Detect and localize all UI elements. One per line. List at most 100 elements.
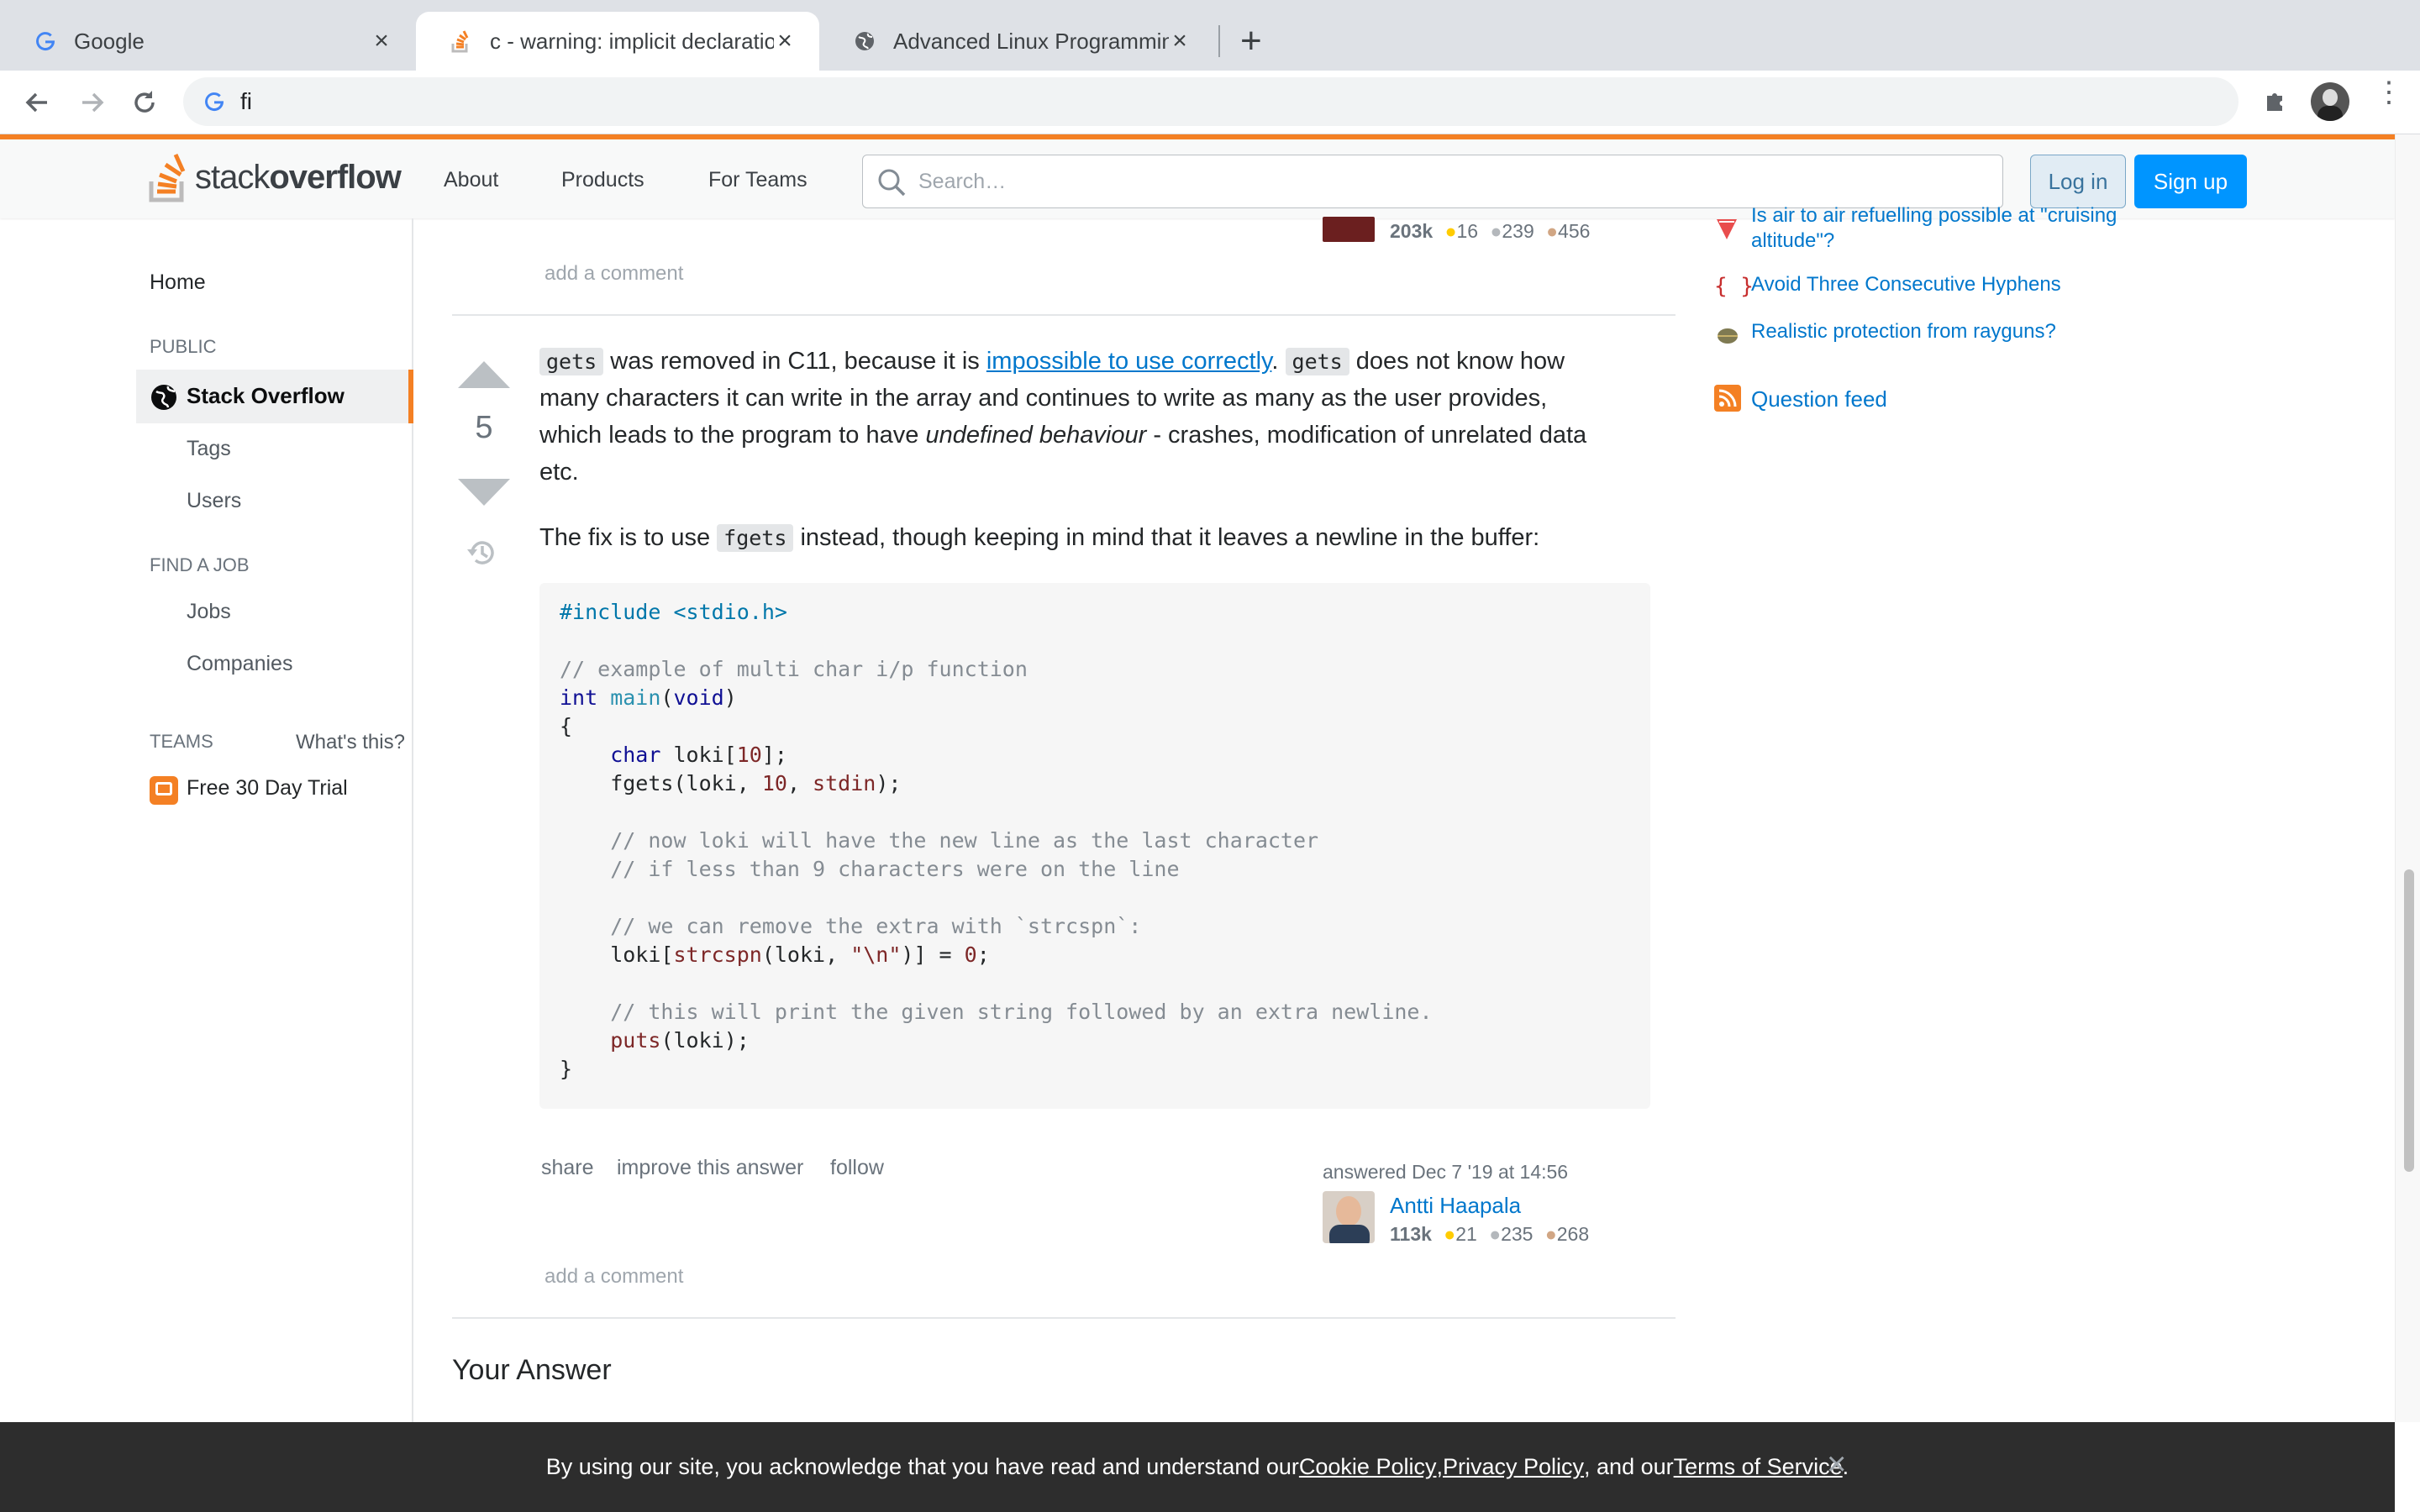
so-logo[interactable]: stack overflow [148, 151, 402, 203]
privacy-policy-link[interactable]: Privacy Policy [1443, 1454, 1584, 1480]
answer-paragraph-1-line-3: which leads to the program to have undef… [539, 417, 1586, 454]
new-tab-icon[interactable]: + [1240, 20, 1262, 62]
follow-link[interactable]: follow [830, 1156, 884, 1180]
nav-heading-teams: TEAMS [150, 731, 213, 752]
nav-about[interactable]: About [444, 168, 498, 192]
add-comment-link[interactable]: add a comment [544, 1265, 683, 1289]
code-token: (loki); [660, 1028, 750, 1053]
history-icon[interactable] [466, 536, 499, 574]
gold-badges: 16 [1456, 220, 1479, 242]
whats-this-link[interactable]: What's this? [296, 731, 405, 754]
signup-button[interactable]: Sign up [2134, 155, 2247, 208]
nav-stackoverflow[interactable]: Stack Overflow [136, 370, 413, 423]
code-line: // if less than 9 characters were on the… [560, 857, 1180, 881]
cookie-banner: By using our site, you acknowledge that … [0, 1422, 2395, 1512]
text: - crashes, modification of unrelated dat… [1146, 422, 1587, 449]
hot-question-3[interactable]: Realistic protection from rayguns? [1751, 319, 2056, 344]
nav-free-trial[interactable]: Free 30 Day Trial [187, 776, 348, 801]
inline-code: fgets [717, 524, 794, 552]
nav-jobs[interactable]: Jobs [187, 600, 231, 624]
teams-icon [150, 776, 178, 805]
nav-companies[interactable]: Companies [187, 652, 292, 676]
prev-author-stats: 203k ●16 ●239 ●456 [1390, 220, 1591, 242]
code-token: puts [610, 1028, 661, 1053]
add-comment-link[interactable]: add a comment [544, 262, 683, 286]
code-token: )] = [901, 942, 965, 967]
code-token: loki[ [660, 743, 737, 767]
nav-stackoverflow-label: Stack Overflow [187, 383, 345, 408]
tab-title: Google [74, 28, 145, 54]
close-icon[interactable]: × [1827, 1446, 1846, 1483]
address-bar[interactable]: fi [183, 77, 2238, 126]
author-name-link[interactable]: Antti Haapala [1390, 1193, 1521, 1219]
impossible-link[interactable]: impossible to use correctly [986, 348, 1272, 375]
extensions-icon[interactable] [2260, 87, 2289, 120]
nav-home[interactable]: Home [150, 270, 206, 295]
answer-paragraph-2: The fix is to use fgets instead, though … [539, 519, 1539, 557]
globe-icon [853, 29, 876, 53]
answer-paragraph-1-line-4: etc. [539, 459, 579, 486]
code-golf-icon: { } [1714, 274, 1754, 299]
left-sidebar: Home PUBLIC Stack Overflow Tags Users FI… [0, 218, 413, 1422]
search-input[interactable]: Search… [862, 155, 2003, 208]
question-feed-link[interactable]: Question feed [1751, 386, 1887, 412]
hot-question-1[interactable]: Is air to air refuelling possible at "cr… [1751, 203, 2188, 254]
reload-icon[interactable] [129, 87, 160, 122]
vote-count: 5 [475, 410, 493, 445]
tab-stackoverflow[interactable]: c - warning: implicit declaration of fun… [416, 12, 819, 71]
logo-text-b: overflow [269, 158, 401, 196]
menu-icon[interactable]: ⋮ [2375, 78, 2403, 107]
forward-icon[interactable] [77, 87, 108, 122]
answer-paragraph-1-line-2: many characters it can write in the arra… [539, 385, 1548, 412]
text: does not know how [1349, 348, 1565, 375]
scrollbar-thumb[interactable] [2404, 869, 2414, 1172]
nav-tags[interactable]: Tags [187, 437, 231, 461]
code-line: // this will print the given string foll… [560, 1000, 1433, 1024]
code-token: fgets(loki, [560, 771, 762, 795]
text: The fix is to use [539, 524, 718, 551]
share-link[interactable]: share [541, 1156, 594, 1180]
answered-time: answered Dec 7 '19 at 14:56 [1323, 1161, 1569, 1183]
cookie-text: , [1436, 1454, 1443, 1479]
close-icon[interactable]: × [1169, 29, 1191, 54]
code-line: { [560, 714, 573, 738]
gold-badges: 21 [1455, 1223, 1477, 1245]
login-button[interactable]: Log in [2030, 155, 2126, 208]
stackoverflow-logo-icon [149, 153, 186, 202]
code-token: void [673, 685, 724, 710]
user-avatar[interactable] [1323, 217, 1375, 242]
answer-paragraph-1-line-1: gets was removed in C11, because it is i… [539, 343, 1565, 381]
close-icon[interactable]: × [371, 29, 392, 54]
code-line: #include <stdio.h> [560, 600, 787, 624]
improve-link[interactable]: improve this answer [617, 1156, 803, 1180]
hot-question-2[interactable]: Avoid Three Consecutive Hyphens [1751, 272, 2061, 297]
text: which leads to the program to have [539, 422, 926, 449]
downvote-button[interactable] [456, 477, 512, 512]
upvote-button[interactable] [456, 360, 512, 394]
reputation: 203k [1390, 220, 1434, 242]
your-answer-heading: Your Answer [452, 1354, 612, 1386]
reputation: 113k [1390, 1223, 1432, 1245]
tab-advanced-linux[interactable]: Advanced Linux Programming × [819, 12, 1214, 71]
tab-divider [1218, 25, 1220, 57]
page-scrollbar[interactable] [2395, 134, 2420, 1422]
nav-for-teams[interactable]: For Teams [708, 168, 808, 192]
close-icon[interactable]: × [774, 29, 796, 54]
search-placeholder: Search… [918, 169, 1007, 193]
cookie-text: By using our site, you acknowledge that … [545, 1454, 1299, 1479]
nav-products[interactable]: Products [561, 168, 644, 192]
nav-users[interactable]: Users [187, 489, 241, 513]
tab-google[interactable]: Google × [0, 12, 416, 71]
code-token: , [786, 771, 813, 795]
nav-heading-findjob: FIND A JOB [150, 554, 250, 575]
code-token: 0 [964, 942, 977, 967]
profile-avatar[interactable] [2311, 82, 2349, 121]
author-avatar[interactable] [1323, 1191, 1375, 1243]
code-token: ]; [761, 743, 787, 767]
cookie-policy-link[interactable]: Cookie Policy [1299, 1454, 1437, 1480]
back-icon[interactable] [22, 87, 52, 122]
terms-of-service-link[interactable]: Terms of Service [1674, 1454, 1843, 1480]
address-text: fi [240, 88, 252, 114]
code-line: // example of multi char i/p function [560, 657, 1028, 681]
code-token: stdin [813, 771, 876, 795]
